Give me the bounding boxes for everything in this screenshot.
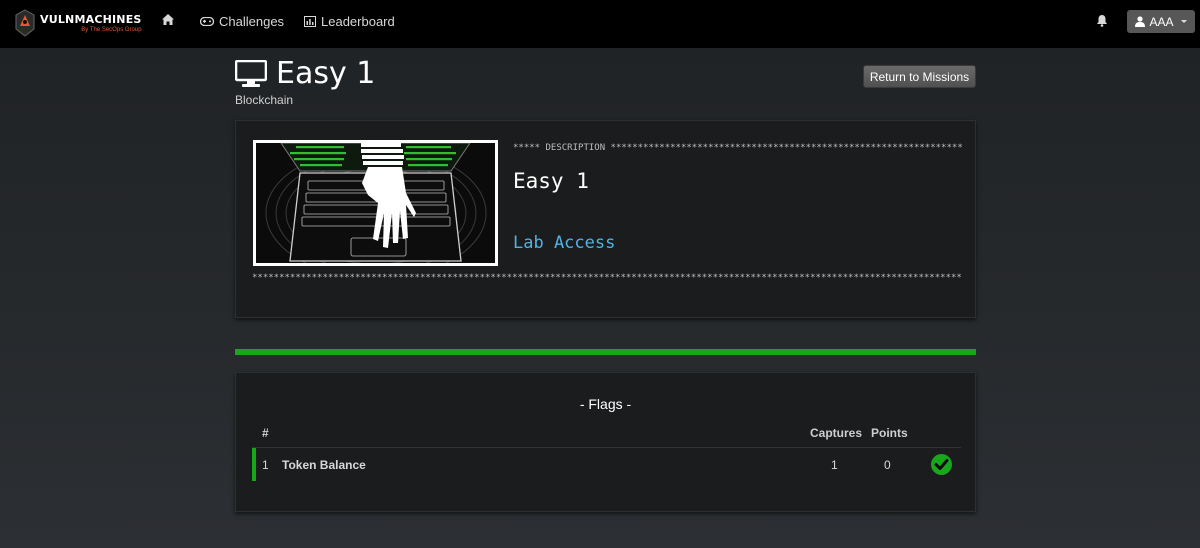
flag-points: 0 <box>884 458 891 472</box>
challenge-image <box>253 140 498 266</box>
nav-leaderboard-link[interactable]: Leaderboard <box>304 14 395 29</box>
description-header-line: ***** DESCRIPTION **********************… <box>513 143 963 153</box>
table-row[interactable]: 1 Token Balance 1 0 <box>252 448 961 481</box>
solved-marker <box>252 448 256 481</box>
column-header-points: Points <box>871 426 908 440</box>
nav-leaderboard-label: Leaderboard <box>321 14 395 29</box>
nav-home-link[interactable] <box>162 14 174 25</box>
brand-logo-icon <box>15 9 35 37</box>
return-to-missions-button[interactable]: Return to Missions <box>863 65 976 88</box>
column-header-captures: Captures <box>810 426 863 440</box>
top-navbar: VULNMACHINES By The SecOps Group Challen… <box>0 0 1200 48</box>
brand-name: VULNMACHINES <box>40 12 142 26</box>
page-title-text: Easy 1 <box>276 56 376 91</box>
flag-name: Token Balance <box>282 458 366 472</box>
lab-access-link[interactable]: Lab Access <box>513 233 615 253</box>
user-icon <box>1135 16 1146 27</box>
bell-icon[interactable] <box>1096 14 1108 27</box>
completion-progress-bar <box>235 349 976 355</box>
gamepad-icon <box>200 17 214 26</box>
flag-number: 1 <box>262 458 269 472</box>
user-name: AAA <box>1149 14 1174 29</box>
flags-title: - Flags - <box>579 396 632 412</box>
description-footer-line: ****************************************… <box>252 273 962 283</box>
page-title: Easy 1 <box>235 56 375 91</box>
progress-fill <box>235 349 976 355</box>
brand-subtitle: By The SecOps Group <box>81 26 142 33</box>
chevron-down-icon <box>1180 20 1187 23</box>
bar-chart-icon <box>304 16 316 27</box>
description-panel: ***** DESCRIPTION **********************… <box>235 120 976 318</box>
description-title: Easy 1 <box>513 169 589 193</box>
home-icon <box>162 14 174 25</box>
flags-panel: - Flags - # Captures Points 1 Token Bala… <box>235 372 976 512</box>
monitor-icon <box>235 59 267 87</box>
nav-challenges-link[interactable]: Challenges <box>200 14 284 29</box>
nav-challenges-label: Challenges <box>219 14 285 29</box>
check-circle-icon <box>931 454 952 475</box>
brand-logo-link[interactable]: VULNMACHINES By The SecOps Group <box>14 9 142 37</box>
hacker-laptop-illustration <box>256 143 495 263</box>
challenge-category: Blockchain <box>235 93 294 107</box>
column-header-number: # <box>262 426 269 440</box>
user-menu-button[interactable]: AAA <box>1127 10 1195 33</box>
flag-captures: 1 <box>831 458 838 472</box>
